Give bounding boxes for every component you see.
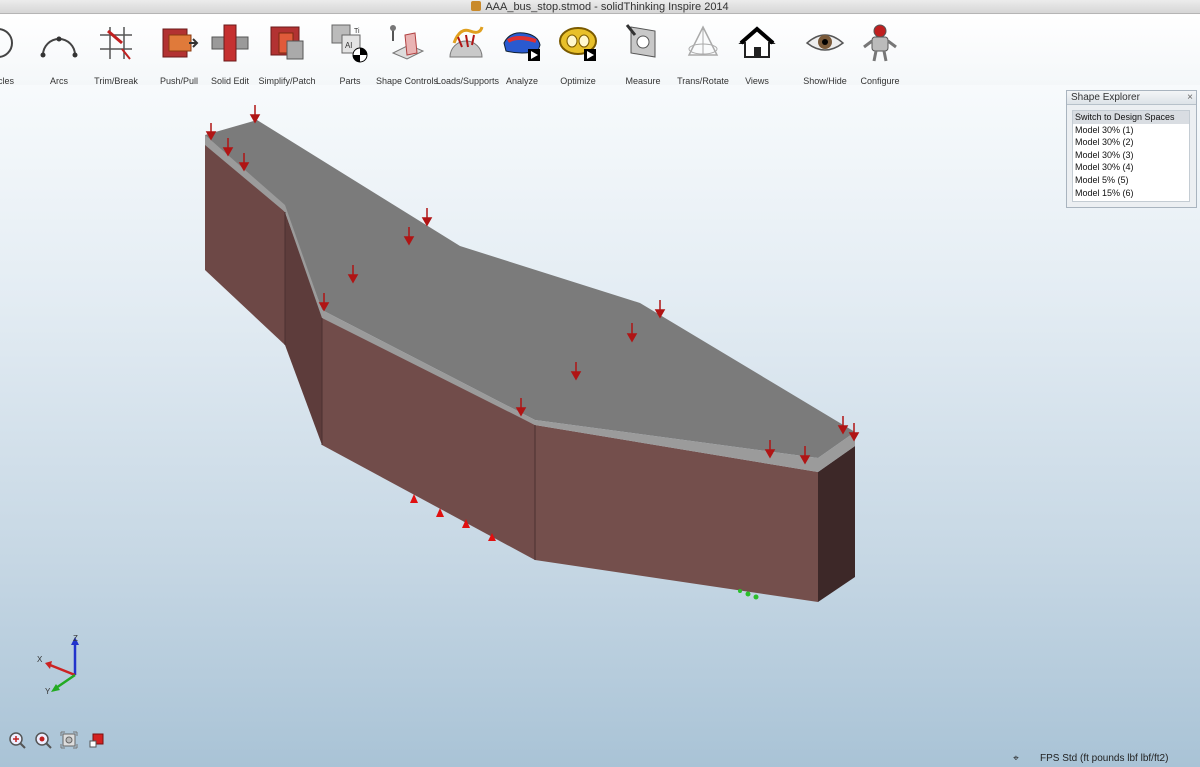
axis-y-label: Y — [45, 687, 51, 696]
trim-break-button[interactable]: Trim/Break — [92, 23, 140, 86]
optimize-button[interactable]: Optimize — [554, 23, 602, 86]
simplify-patch-button[interactable]: Simplify/Patch — [258, 23, 316, 86]
units-icon[interactable]: ⌖ — [1010, 751, 1022, 767]
solid-edit-icon — [211, 24, 249, 62]
circles-icon — [0, 28, 13, 58]
list-item[interactable]: Model 30% (1) — [1073, 124, 1189, 137]
list-item[interactable]: Model 30% (4) — [1073, 161, 1189, 174]
analyze-button[interactable]: Analyze — [500, 23, 544, 86]
status-bar: ⌖ FPS Std (ft pounds lbf lbf/ft2) — [1010, 751, 1200, 767]
list-item[interactable]: Model 5% (5) — [1073, 174, 1189, 187]
shape-explorer-list: Switch to Design Spaces Model 30% (1) Mo… — [1072, 110, 1190, 202]
configure-button[interactable]: Configure — [858, 23, 902, 86]
optimize-icon — [559, 27, 597, 61]
trans-rotate-icon — [687, 25, 719, 56]
configure-icon — [863, 24, 897, 62]
push-pull-icon — [162, 28, 199, 58]
analyze-icon — [503, 32, 541, 61]
views-button[interactable]: Views — [737, 23, 777, 86]
switch-to-design-spaces-item[interactable]: Switch to Design Spaces — [1073, 111, 1189, 124]
measure-button[interactable]: Measure — [623, 23, 663, 86]
measure-icon — [625, 24, 656, 58]
zoom-in-icon[interactable] — [8, 731, 26, 749]
simplify-patch-icon — [270, 26, 304, 60]
shape-explorer-title: Shape Explorer — [1071, 92, 1140, 103]
arcs-icon — [40, 36, 78, 58]
list-item[interactable]: Model 30% (3) — [1073, 149, 1189, 162]
show-hide-button[interactable]: Show/Hide — [802, 23, 848, 86]
loads-supports-icon — [449, 26, 484, 58]
shape-explorer-header: Shape Explorer × — [1067, 91, 1196, 105]
app-icon — [471, 1, 482, 11]
svg-text:Al: Al — [345, 41, 352, 50]
parts-icon: AlTi — [331, 24, 368, 63]
zoom-out-icon[interactable] — [34, 731, 52, 749]
ribbon-toolbar: cles Arcs Trim/Break Push/Pull Solid Edi… — [0, 15, 1200, 86]
list-item[interactable]: Model 15% (6) — [1073, 187, 1189, 200]
axis-triad: Z X Y — [37, 634, 79, 696]
shape-controls-icon — [390, 25, 425, 60]
close-icon[interactable]: × — [1187, 91, 1193, 105]
load-arrow — [249, 105, 261, 124]
circles-button[interactable]: cles — [0, 23, 26, 86]
trans-rotate-button[interactable]: Trans/Rotate — [676, 23, 730, 86]
parts-button[interactable]: Al Ti Parts — [328, 23, 372, 86]
shape-controls-button[interactable]: Shape Controls — [376, 23, 438, 86]
model-end-face[interactable] — [818, 446, 855, 602]
arcs-button[interactable]: Arcs — [35, 23, 83, 86]
solid-edit-button[interactable]: Solid Edit — [208, 23, 252, 86]
views-icon — [738, 26, 776, 58]
selection-box-icon[interactable] — [88, 731, 106, 749]
fit-view-icon[interactable] — [60, 731, 78, 749]
show-hide-icon — [805, 34, 845, 51]
axis-z-label: Z — [73, 634, 78, 643]
shape-explorer-panel: Shape Explorer × Switch to Design Spaces… — [1066, 90, 1197, 208]
svg-text:Ti: Ti — [354, 28, 360, 35]
window-title: AAA_bus_stop.stmod - solidThinking Inspi… — [485, 1, 729, 13]
3d-viewport[interactable]: Z X Y — [0, 85, 1200, 745]
list-item[interactable]: Model 30% (2) — [1073, 136, 1189, 149]
push-pull-button[interactable]: Push/Pull — [158, 23, 200, 86]
load-arrow — [421, 208, 433, 227]
units-label[interactable]: FPS Std (ft pounds lbf lbf/ft2) — [1040, 753, 1168, 764]
window-titlebar: AAA_bus_stop.stmod - solidThinking Inspi… — [0, 0, 1200, 14]
loads-supports-button[interactable]: Loads/Supports — [436, 23, 499, 86]
axis-x-label: X — [37, 655, 43, 664]
bus-stop-model[interactable]: Z X Y — [0, 85, 1200, 745]
trim-break-icon — [100, 27, 132, 60]
